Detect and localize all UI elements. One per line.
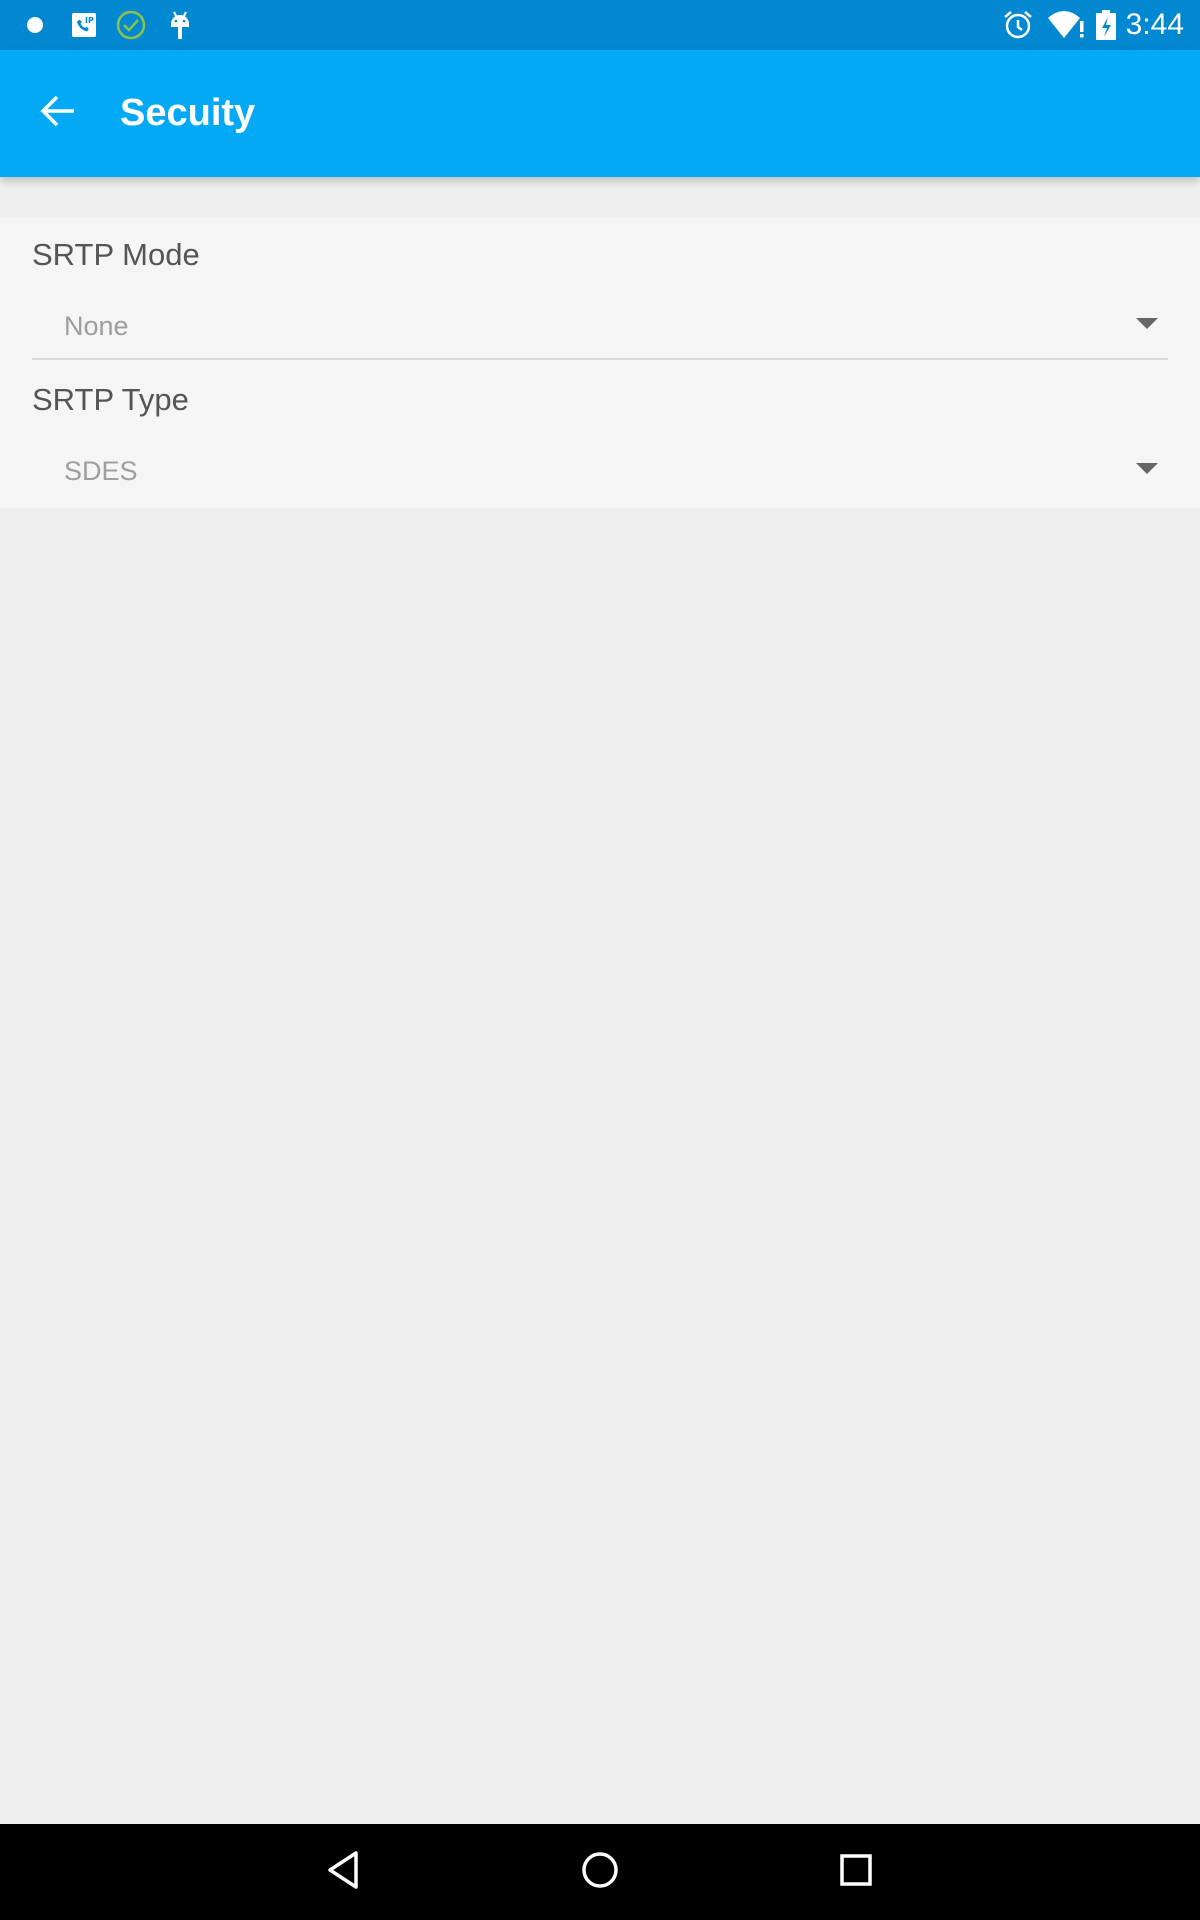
- wifi-icon: [1046, 8, 1086, 42]
- dropdown-arrow-icon: [1136, 463, 1158, 474]
- arrow-back-icon: [38, 91, 78, 136]
- battery-charging-icon: [1094, 8, 1118, 42]
- status-time: 3:44: [1125, 8, 1184, 41]
- srtp-mode-label: SRTP Mode: [32, 237, 200, 272]
- nav-back-button[interactable]: [314, 1842, 374, 1902]
- settings-list: SRTP Mode None SRTP Type SDES: [0, 218, 1200, 508]
- svg-text:IP: IP: [85, 16, 94, 25]
- sip-phone-icon: IP: [66, 8, 100, 42]
- page-title: Secuity: [120, 92, 256, 134]
- dropdown-arrow-icon: [1136, 318, 1158, 329]
- pref-srtp-mode: SRTP Mode None: [0, 218, 1200, 363]
- home-icon: [578, 1848, 622, 1897]
- screen: IP 3:44 Secuity SRTP Mode None SRTP Type…: [0, 0, 1200, 1920]
- alarm-icon: [1001, 8, 1035, 42]
- divider: [32, 358, 1168, 360]
- srtp-type-value: SDES: [64, 456, 138, 486]
- pref-srtp-type: SRTP Type SDES: [0, 363, 1200, 508]
- check-circle-icon: [114, 8, 148, 42]
- android-debug-icon: [163, 8, 197, 42]
- nav-recents-button[interactable]: [826, 1842, 886, 1902]
- srtp-type-dropdown[interactable]: SDES: [32, 443, 1168, 505]
- back-button[interactable]: [28, 83, 88, 143]
- back-icon: [322, 1848, 366, 1897]
- recents-icon: [834, 1848, 878, 1897]
- srtp-mode-dropdown[interactable]: None: [32, 298, 1168, 360]
- srtp-type-label: SRTP Type: [32, 382, 189, 417]
- notification-dot-icon: [20, 8, 54, 42]
- status-bar: IP 3:44: [0, 0, 1200, 50]
- navigation-bar: [0, 1824, 1200, 1920]
- nav-home-button[interactable]: [570, 1842, 630, 1902]
- app-bar: Secuity: [0, 50, 1200, 177]
- srtp-mode-value: None: [64, 311, 129, 341]
